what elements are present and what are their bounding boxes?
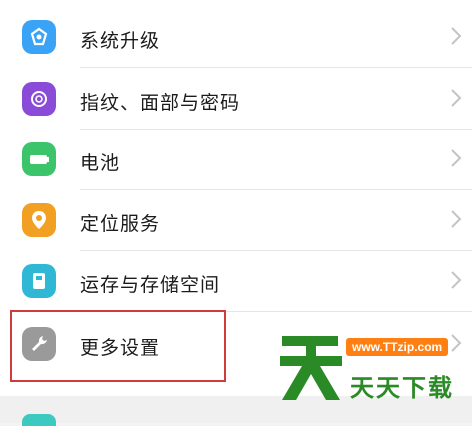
- settings-item-battery[interactable]: 电池: [0, 128, 472, 189]
- highlight-box: [10, 310, 226, 382]
- location-icon: [22, 203, 56, 237]
- settings-item-storage[interactable]: 运存与存储空间: [0, 250, 472, 311]
- chevron-right-icon: [451, 271, 462, 289]
- storage-icon: [22, 264, 56, 298]
- settings-item-system-update[interactable]: 系统升级: [0, 6, 472, 67]
- partial-item-icon: [22, 414, 56, 426]
- fingerprint-face-icon: [22, 82, 56, 116]
- settings-item-label: 电池: [80, 152, 121, 174]
- settings-item-location[interactable]: 定位服务: [0, 189, 472, 250]
- watermark-logo-icon: [280, 336, 342, 400]
- settings-item-label: 定位服务: [80, 213, 161, 235]
- settings-item-label: 系统升级: [80, 30, 161, 52]
- watermark-url: www.TTzip.com: [346, 338, 449, 356]
- system-update-icon: [22, 20, 56, 54]
- settings-item-fingerprint[interactable]: 指纹、面部与密码: [0, 68, 472, 129]
- chevron-right-icon: [451, 89, 462, 107]
- settings-item-label: 运存与存储空间: [80, 274, 221, 296]
- chevron-right-icon: [451, 27, 462, 45]
- chevron-right-icon: [451, 149, 462, 167]
- watermark: www.TTzip.com 天天下载: [276, 326, 472, 406]
- watermark-name: 天天下载: [350, 374, 454, 402]
- chevron-right-icon: [451, 210, 462, 228]
- settings-item-label: 指纹、面部与密码: [80, 92, 241, 114]
- battery-icon: [22, 142, 56, 176]
